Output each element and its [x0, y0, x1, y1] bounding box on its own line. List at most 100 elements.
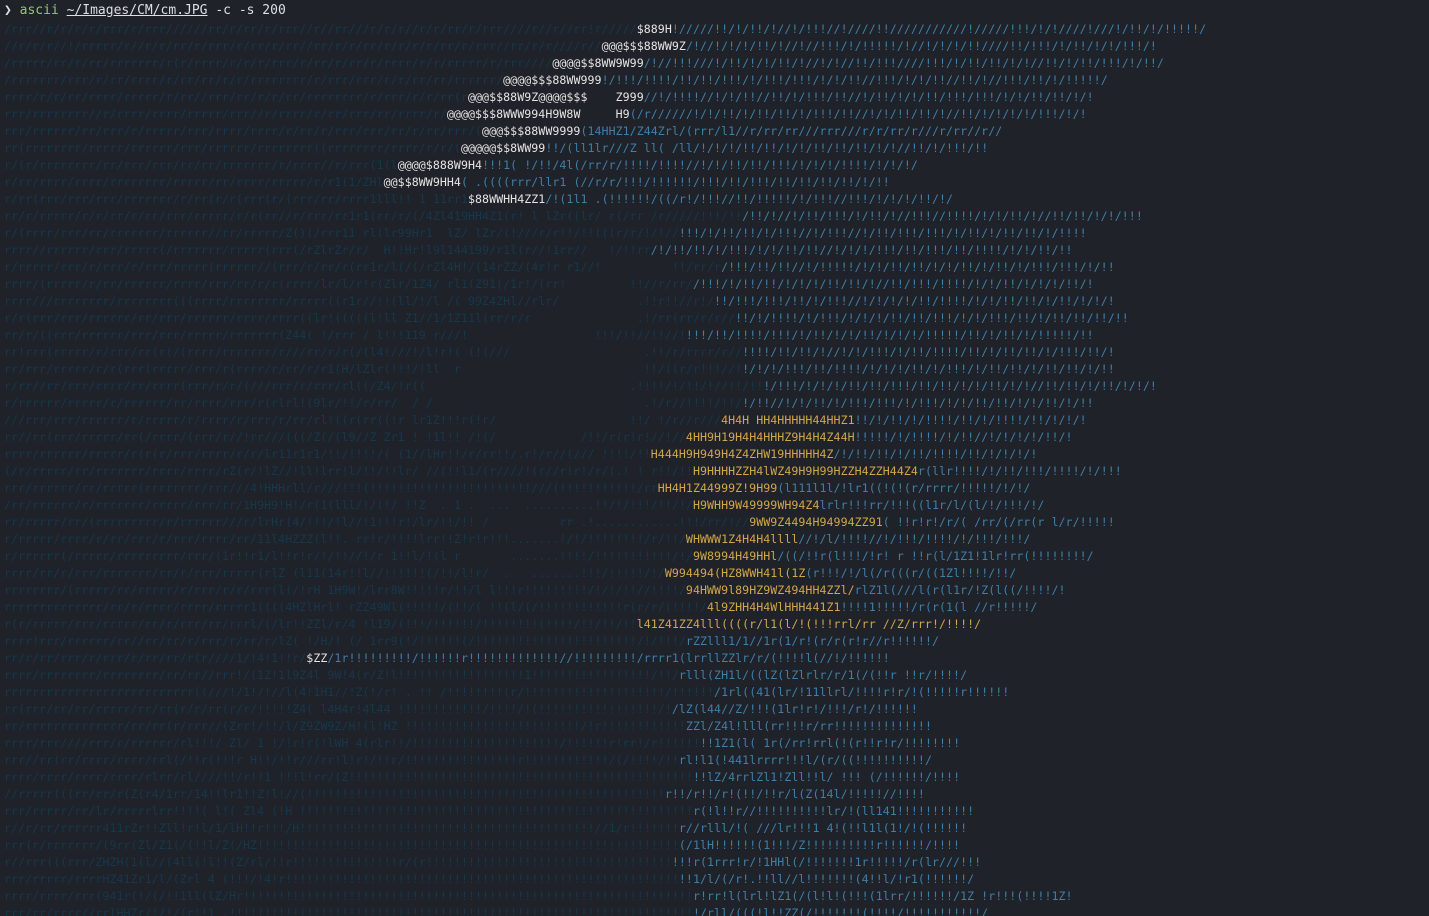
ascii-art-segment: rr/r/((rrr/rrrrrr/rrr/rrr/rrrrr/rrrrrrr(…: [4, 328, 686, 342]
ascii-art-segment: rrr/rr/rrrr//rrlHHZr/!/!/(r!!1 .!!!!!!!!…: [4, 906, 693, 916]
ascii-art-segment: /!//!!!///!/!!/!/!/!!/!//!/!//!!/!!!////…: [643, 56, 1164, 70]
ascii-art-segment: W994494(HZ8WWH41l(1Z: [664, 566, 806, 580]
ascii-art-segment: !!lZ/4rrlZl1!Zll!!l/ !!! (/!!!!!!/!!!!: [692, 770, 961, 784]
ascii-art-segment: /rr/rrrrrr/r/rrrrrrr/rrrrr/rrr/rr/1H9H9!…: [4, 498, 693, 512]
prompt-symbol: ❯: [4, 3, 12, 18]
ascii-art-segment: rr/rrrrrrrrrrrrrr/rr/rr(r/rrr//(Zrr!/!!/…: [4, 719, 686, 733]
ascii-art-segment: rrrr/(rrrrr/r/rr/rrrrrr/rrrr/rrr/rr/r/r(…: [4, 277, 693, 291]
ascii-art-row: r/rr(rrr/rrr/rrr/rrrrrrr/r/rr(r/r(rrr(r/…: [4, 191, 1426, 208]
ascii-art-segment: !!/!/!!!!/!/!!!/!/!/!/!!/!!/!!!/!/!/!!!/…: [735, 311, 1129, 325]
terminal-window[interactable]: ❯ ascii ~/Images/CM/cm.JPG -c -s 200 /rr…: [0, 0, 1429, 916]
ascii-art-segment: /!/!!/!!/!/!!!/!/!/!!/!!//!/!/!/!!!/!!/!…: [650, 243, 1073, 257]
ascii-art-row: r(r/rrrrr/rrr/rrrrr/rr/r/rrr/rr/rrrl/(/l…: [4, 616, 1426, 633]
ascii-art-row: rr(rrrrrrrr/rrrrr/rrrrrr/rrr/rrrrrr/rrrr…: [4, 140, 1426, 157]
ascii-art-segment: rlll(ZH1l/((lZ(lZlrlr/r/1(/(!!r !!r/!!!!…: [678, 668, 968, 682]
ascii-art-row: rrr//rr(rr/rrrr/rrrr/rrl(/!!r(!!!r H!!/!…: [4, 752, 1426, 769]
ascii-art-row: rrr/rrrrr/rrrrHZ41Zr1/l/(Zrl 4 (!!!/!4!r…: [4, 871, 1426, 888]
ascii-art-row: rrrrrrrrrrrrrr/rr/r/rrrr/rrrr/rrrrr1((((…: [4, 599, 1426, 616]
command-arguments: -c -s 200: [215, 3, 286, 18]
ascii-art-row: r//r/rr/rrrrrr411rZr!!Zll!r!l/1/lH!!r!!!…: [4, 820, 1426, 837]
ascii-art-row: r/(rrrr/rrr/rr/rrrrrrr/rrrrrr//rr/rrrrr/…: [4, 225, 1426, 242]
ascii-art-segment: //r/r/r//!/rrrrr/r//r/r/rr/r/rrr/r/rr/r/…: [4, 39, 602, 53]
ascii-art-segment: @@@$$88W9Z@@@@$$$ Z999: [467, 90, 644, 104]
ascii-art-segment: @@@@$$$88WW999: [503, 73, 602, 87]
ascii-art-segment: ( !!r!r!/r/( /rr/(/rr(r l/r/!!!!!: [882, 515, 1115, 529]
ascii-art-segment: rrr/rrrrrrrr//r/rrrr/rrrr/rrrrr/rrr//r/r…: [4, 107, 447, 121]
ascii-art-segment: rrrr/rrr////rrr/r/rrrrrr/rl!!!/ Zl/ 1 !/…: [4, 736, 700, 750]
ascii-art-segment: rr/r/rr/rrr/r/rrr/r/rr/rr/r(r////1/!4!1!…: [4, 651, 307, 665]
ascii-art-row: //rrrrr(((rr/rr/r(Z(r4/1rr/14!!lr1!!Z!l!…: [4, 786, 1426, 803]
ascii-art-row: r/rrrrrr/rrrrr/r/rrrrrr/rr/rrrr/rrr/r(rl…: [4, 395, 1426, 412]
ascii-art-segment: rrrr///rrrrrrrr/rrrrrrrr(((rrrr/rrrrrrrr…: [4, 294, 715, 308]
ascii-art-row: rrrr//rrrrrr/rrr/rrrrr(/rrrrrrr/rrrrr(rr…: [4, 242, 1426, 259]
ascii-art-segment: r(r/rrrrr/rrr/rrrrr/rr/r/rrr/rr/rrrl/(/l…: [4, 617, 637, 631]
ascii-art-row: r/rr/rrrr/rrrr/rrrrrrrr/rrrrr/rr/rrrr/rr…: [4, 174, 1426, 191]
ascii-art-row: ///rrr/rrr/rrrrrr/r/rrrrr/r/rrrr/r/rrr/r…: [4, 412, 1426, 429]
command-name: ascii: [19, 3, 59, 18]
ascii-art-segment: (/1lH!!!!!!(1!!!/Z!!!!!!!!!!r!!!!!!/!!!!: [678, 838, 961, 852]
ascii-art-segment: @@@@$$8WW9W99: [552, 56, 644, 70]
ascii-art-segment: WHWWW1Z4H4H4llll: [685, 532, 799, 546]
ascii-art-segment: !!!r(1rrr!r/!1HHl(/!!!!!!!1r!!!!!/r(lr//…: [671, 855, 982, 869]
command-prompt-line: ❯ ascii ~/Images/CM/cm.JPG -c -s 200: [4, 2, 286, 20]
ascii-art-segment: /!(1l1 .(!!!!!!/((/r!/!!!//!!/!!!!!/!/!!…: [545, 192, 954, 206]
ascii-art-row: rrrr/rr/r/rrr/rrrrrrr/rr/r/rrr/rrrrr(rlZ…: [4, 565, 1426, 582]
ascii-art-row: rr/r/rr/rrr/r/rrr/r/rr/rr/r(r////1/!4!1!…: [4, 650, 1426, 667]
ascii-art-segment: $ZZ: [306, 651, 328, 665]
ascii-art-segment: @@@@$888W9H4: [397, 158, 483, 172]
ascii-art-segment: 94HWW9l89HZ9WZ494HH4ZZl/: [685, 583, 855, 597]
ascii-art-segment: H9HHHHZZH4lWZ49H9H99HZZH4ZZH44Z4: [692, 464, 918, 478]
ascii-art-row: rr/r/((rrr/rrrrrr/rrr/rrr/rrrrr/rrrrrrr(…: [4, 327, 1426, 344]
ascii-art-segment: 4l9ZHH4H4WlHHH441Z1: [707, 600, 841, 614]
ascii-art-segment: @@@$$$88WW9Z: [601, 39, 686, 53]
ascii-art-segment: !!!/!!/!!!!/!!!/!/!!/!/!/!!/!/!/!/!!!!!/…: [685, 328, 1094, 342]
ascii-art-row: rrr/rrrrr/rr/lr/rrrrrlrr!!!!( l!( Zl4 (!…: [4, 803, 1426, 820]
ascii-art-segment: @@$$8WW9HH4: [383, 175, 461, 189]
ascii-art-segment: @@@@@$$8WW99: [460, 141, 546, 155]
ascii-art-segment: /((/!!r(l!!!/!r! r !!r(l/1Z1!1lr!rr(!!!!…: [777, 549, 1094, 563]
ascii-art-row: rrr/rrrrrr/rr/rrrrr(rrrrrrrr/rrr///4!HHH…: [4, 480, 1426, 497]
ascii-art-row: rr(rrr/rr/rr/rrrrr/rr/rr(r/r/rr(r/r/!!!!…: [4, 701, 1426, 718]
ascii-art-segment: rrrrrrrrrrrrrrrrrrrrrrrrrrr((///!/1!/!//…: [4, 685, 715, 699]
ascii-art-segment: /rrrrrrr/rrr/r/rr/rrrr/r/rr/rr/r/r/rrrrr…: [4, 73, 504, 87]
ascii-art-row: r/rr//rr/rrr/rrrr/rr/rrrr(rrr/r/r/(///rr…: [4, 378, 1426, 395]
ascii-art-row: rrr/rrrrrrrr//r/rrrr/rrrr/rrrrr/rrr//r/r…: [4, 106, 1426, 123]
ascii-art-row: rrr/rr/rrrr//rrlHHZr/!/!/(r!!1 .!!!!!!!!…: [4, 905, 1426, 916]
ascii-art-segment: 4H4H HH4HHHHH44HHZ1: [721, 413, 855, 427]
ascii-art-row: (/r/rrrrr/rr/rrrrrrr/rrrr/rrrr/rZ(r/!lZ/…: [4, 463, 1426, 480]
ascii-art-segment: !!/(ll1lr///Z ll( /ll/!/!/!/!!/!!/!/!/!!…: [545, 141, 989, 155]
ascii-art-segment: lrlr!!!rr/!!!((l1r/l/(l/!/!!!/!/: [819, 498, 1045, 512]
ascii-art-segment: /!!/!//!/!!/!!!/!/!!/!//!!!//!!!!/!/!/!!…: [742, 209, 1143, 223]
ascii-art-segment: H444H9H949H4Z4ZHW19HHHHH4Z: [650, 447, 834, 461]
ascii-art-segment: (l111l1l/!lr1((!(!(r/rrrr/!!!!!/!/!/: [777, 481, 1031, 495]
ascii-art-segment: $88WWHH4ZZ1: [467, 192, 546, 206]
ascii-art-segment: !!!1( !/!!/4l(/rr/r/!!!!/!!!!//!/!/!!/!!…: [482, 158, 918, 172]
ascii-art-segment: /1rl((41(lr/!11llrl/!!!!r!r/!(!!!!!r!!!!…: [714, 685, 1010, 699]
ascii-art-segment: !!1/l/(/r!.!!ll//l!!!!!!!(4!!l/!r1(!!!!!…: [678, 872, 975, 886]
ascii-art-segment: r/(r/rrrrrrrr/rr/rrr/rrr/rr/rr/rrrrrrr/r…: [4, 158, 398, 172]
ascii-art-segment: rrrr/r/r/rr/rrrr/rrrrr/r/rr//rrr/rr/r/r/…: [4, 90, 468, 104]
ascii-art-row: r/rrrrr/rrr/r/rrr/r/rrr/rrrrr(rrrrrr//(r…: [4, 259, 1426, 276]
ascii-art-segment: rrrr!rrr/rrrrrr/rr//rr/rr/r/rrr/r/rr/r/l…: [4, 634, 686, 648]
ascii-art-segment: r/rrrrr/rrrr/r/rr/rrr/r/rrr/rrrr/rr/11l4…: [4, 532, 686, 546]
ascii-art-segment: rrrr/rrrr/rrr(941r(!/(/!!1ll(lZ/Hr!!!!!!…: [4, 889, 693, 903]
ascii-art-row: rr/rrrrrrrrrrrrrr/rr/rr(r/rrr//(Zrr!/!!/…: [4, 718, 1426, 735]
ascii-art-row: rr//rr(rrr/rrrrr/rr(/rrrr/(rrr/r//!rr///…: [4, 429, 1426, 446]
ascii-art-segment: @@@$$$88WW9999: [482, 124, 581, 138]
ascii-art-segment: !!1Z1(l( 1r(/rr!rrl(!(r!!r!r/!!!!!!!!: [699, 736, 961, 750]
ascii-art-segment: //!/l/!!!!//!/!!!/!!!!/!/!!!/!!!/: [798, 532, 1031, 546]
ascii-art-segment: /!/!!/!!/!/!!/!!!!/!!/!/!/!/!: [833, 447, 1038, 461]
ascii-art-segment: /1r!!!!!!!!!/!!!!!!r!!!!!!!!!!!!!//!!!!!…: [327, 651, 890, 665]
ascii-art-row: rrrr/rrrrrrrr/rrrrrrrr/rr/rr//rrr!/(1Z!1…: [4, 667, 1426, 684]
ascii-art-segment: 9W8994H49HHl: [692, 549, 778, 563]
ascii-art-row: rr/r/rrrrr/r/r/rr/r/rr/rrr/rrrrr/r/r(rr/…: [4, 208, 1426, 225]
ascii-art-segment: (/r/rrrrr/rr/rrrrrrr/rrrr/rrrr/rZ(r/!lZ/…: [4, 464, 693, 478]
ascii-art-row: rr/rrr/rrrrr/r/r(rrr(rrrrr/rrr/r(rrrr/r/…: [4, 361, 1426, 378]
ascii-art-row: rrrr/r/r/rr/rrrr/rrrrr/r/rr//rrr/rr/r/r/…: [4, 89, 1426, 106]
ascii-art-segment: rr!rrr(rrrrr/r/rrr/rr(r(/(rrrr/rrrrrrr/r…: [4, 345, 743, 359]
ascii-art-segment: //rrrrr(((rr/rr/r(Z(r4/1rr/14!!lr1!!Z!l!…: [4, 787, 665, 801]
ascii-art-row: //r/r/r//!/rrrrr/r//r/r/rr/r/rrr/r/rr/r/…: [4, 38, 1426, 55]
ascii-art-segment: rrrr/rrrr/rrrr/rrrr/rlrr/rl////!!/r!!1 !…: [4, 770, 693, 784]
ascii-art-segment: rr(rrr/rr/rr/rrrrr/rr/rr(r/r/rr(r/r/!!!!…: [4, 702, 672, 716]
file-path-link[interactable]: ~/Images/CM/cm.JPG: [67, 3, 208, 18]
